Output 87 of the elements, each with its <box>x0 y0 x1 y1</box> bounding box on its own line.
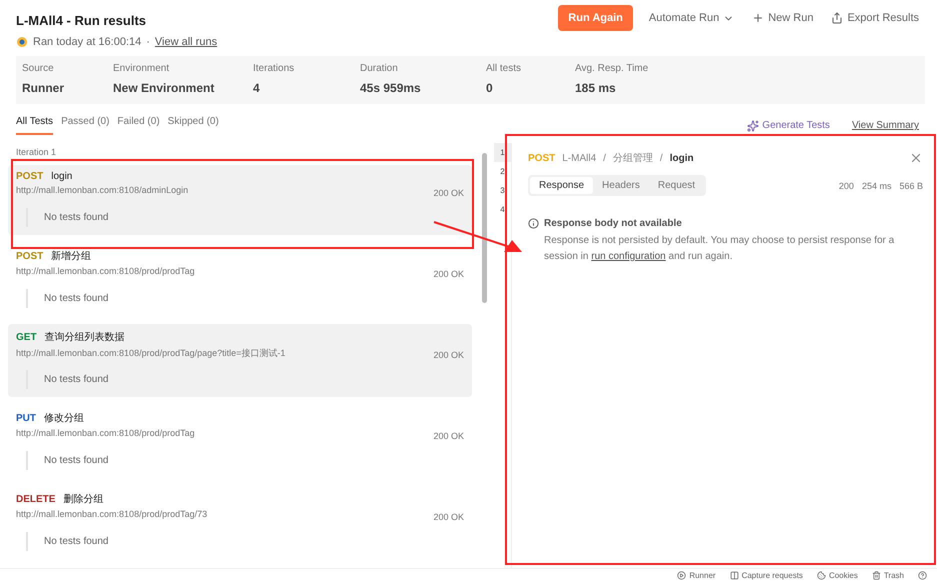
plus-icon <box>752 12 764 24</box>
request-url: http://mall.lemonban.com:8108/prod/prodTag/page?title=接口测试-1 <box>16 347 286 360</box>
request-url: http://mall.lemonban.com:8108/prod/prodTag/73 <box>16 509 208 521</box>
request-name: login <box>51 171 72 182</box>
ran-time: Ran today at 16:00:14 <box>33 36 142 48</box>
request-item[interactable]: POST login http://mall.lemonban.com:8108/adminLogin 200 OK No tests found <box>8 165 472 235</box>
footer-item[interactable]: Cookies <box>816 571 858 580</box>
footer-item[interactable]: Runner <box>677 571 716 580</box>
request-name: 新增分组 <box>51 250 92 263</box>
scrollbar-thumb[interactable] <box>482 153 487 303</box>
request-url: http://mall.lemonban.com:8108/prod/prodTag <box>16 266 195 278</box>
response-meta: 254 ms <box>862 180 892 190</box>
filter-tab[interactable]: Skipped (0) <box>168 116 219 135</box>
test-result: No tests found <box>26 532 464 551</box>
status-text: 200 OK <box>433 431 464 441</box>
response-meta: 566 B <box>899 180 923 190</box>
iteration-number[interactable]: 4 <box>494 200 511 219</box>
method-label: GET <box>16 332 37 342</box>
cookie-icon <box>816 571 826 580</box>
status-text: 200 OK <box>433 269 464 279</box>
iteration-number[interactable]: 2 <box>494 162 511 181</box>
response-tab[interactable]: Response <box>530 177 594 194</box>
request-name: 查询分组列表数据 <box>44 330 125 344</box>
runner-icon <box>16 36 28 48</box>
method-label: POST <box>16 250 44 262</box>
run-configuration-link[interactable]: run configuration <box>591 251 666 262</box>
status-text: 200 OK <box>433 350 464 360</box>
test-result: No tests found <box>26 451 464 470</box>
notice-text: Response is not persisted by default. You may choose to persist response for a session in run configuration and run again. <box>544 234 896 264</box>
stat-label: Iterations <box>253 63 296 74</box>
filter-tab[interactable]: Passed (0) <box>61 116 110 135</box>
new-run-button[interactable]: New Run <box>750 8 816 28</box>
help-icon[interactable] <box>918 571 927 580</box>
generate-tests-link[interactable]: Generate Tests <box>747 120 830 132</box>
info-icon <box>528 218 539 229</box>
stat-value: Runner <box>22 81 65 95</box>
request-url: http://mall.lemonban.com:8108/adminLogin <box>16 185 188 197</box>
stat-label: Avg. Resp. Time <box>575 63 650 74</box>
request-name: 修改分组 <box>44 412 84 425</box>
response-tab[interactable]: Request <box>648 177 704 194</box>
stat-label: Environment <box>113 63 170 74</box>
stat-value: New Environment <box>113 81 216 95</box>
stat-value: 4 <box>253 81 261 95</box>
stat-label: Duration <box>360 63 399 74</box>
response-tab[interactable]: Headers <box>593 177 649 194</box>
stat-value: 45s 959ms <box>360 81 422 95</box>
request-name: login <box>670 152 694 164</box>
trash-icon <box>872 571 881 580</box>
iteration-number[interactable]: 3 <box>494 181 511 200</box>
stat-value: 0 <box>486 81 494 95</box>
breadcrumb-slash: / <box>603 152 606 164</box>
breadcrumb-slash: / <box>660 152 663 164</box>
automate-run-dropdown[interactable]: Automate Run <box>646 8 736 28</box>
page-title: L-MAll4 - Run results <box>16 13 148 28</box>
filter-tab[interactable]: Failed (0) <box>117 116 160 135</box>
footer-item[interactable]: Capture requests <box>730 571 803 580</box>
play-icon <box>677 571 686 580</box>
status-text: 200 OK <box>433 188 464 198</box>
export-icon <box>831 12 844 24</box>
method-label: DELETE <box>16 494 56 504</box>
sparkle-icon <box>747 120 760 132</box>
test-result: No tests found <box>26 370 464 389</box>
stat-label: All tests <box>486 63 522 74</box>
notice-title: Response body not available <box>544 218 682 229</box>
stat-value: 185 ms <box>575 81 617 95</box>
stat-label: Source <box>22 63 55 74</box>
method-label: POST <box>528 152 556 164</box>
request-url: http://mall.lemonban.com:8108/prod/prodTag <box>16 428 195 440</box>
breadcrumb-item[interactable]: L-MAll4 <box>562 152 596 164</box>
view-all-runs-link[interactable]: View all runs <box>154 36 218 48</box>
close-icon[interactable] <box>909 151 923 165</box>
response-meta: 200 <box>838 180 854 190</box>
status-text: 200 OK <box>433 512 464 522</box>
iteration-title: Iteration 1 <box>15 146 58 159</box>
filter-tab[interactable]: All Tests <box>16 116 54 135</box>
method-label: PUT <box>16 412 36 424</box>
separator-dot: · <box>146 36 150 48</box>
test-result: No tests found <box>26 289 464 308</box>
request-name: 删除分组 <box>63 493 104 506</box>
breadcrumb-item[interactable]: 分组管理 <box>612 151 653 165</box>
panel-icon <box>730 571 739 580</box>
test-result: No tests found <box>26 208 464 227</box>
footer-item[interactable]: Trash <box>872 571 904 580</box>
method-label: POST <box>16 171 44 182</box>
view-summary-link[interactable]: View Summary <box>852 120 919 131</box>
export-results-button[interactable]: Export Results <box>829 8 921 28</box>
request-item[interactable]: GET 查询分组列表数据 http://mall.lemonban.com:8108/prod/prodTag/page?title=接口测试-1 200 OK No tests found <box>8 324 472 397</box>
